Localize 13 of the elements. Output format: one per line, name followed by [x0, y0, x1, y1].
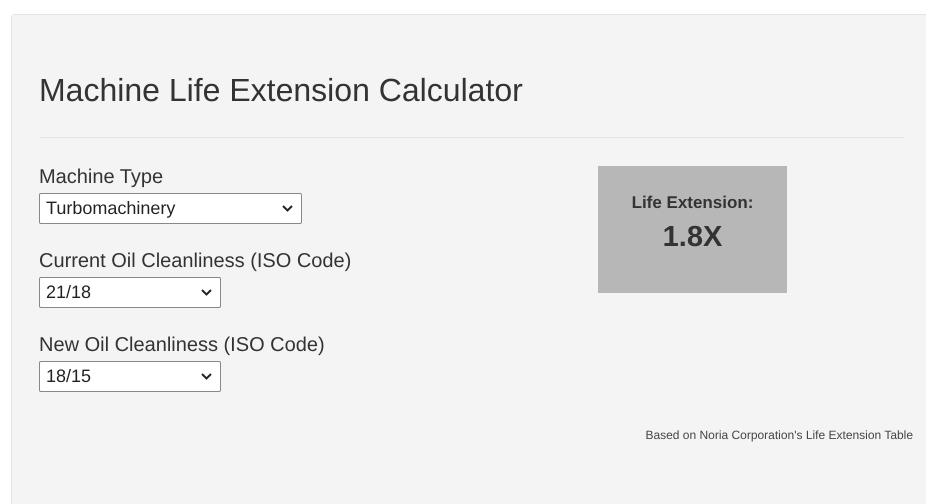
field-label: Current Oil Cleanliness (ISO Code) [39, 250, 352, 272]
chevron-down-icon [282, 205, 293, 212]
calculator-title: Machine Life Extension Calculator [39, 71, 524, 109]
result-label: Life Extension: [632, 193, 754, 213]
dropdown-select[interactable]: 21/18 [39, 277, 221, 308]
result-value: 1.8X [662, 221, 722, 254]
chevron-down-icon [201, 289, 212, 296]
chevron-down-icon [201, 373, 212, 380]
field-label: Machine Type [39, 166, 164, 188]
field-label: New Oil Cleanliness (ISO Code) [39, 334, 325, 356]
dropdown-select[interactable]: Turbomachinery [39, 193, 302, 224]
dropdown-select[interactable]: 18/15 [39, 361, 221, 392]
footnote: Based on Noria Corporation's Life Extension Table [645, 428, 913, 442]
